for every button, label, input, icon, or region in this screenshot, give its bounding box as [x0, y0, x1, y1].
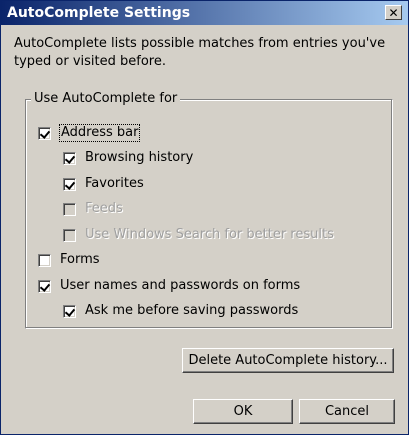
autocomplete-settings-dialog: AutoComplete Settings ✕ AutoComplete lis…: [0, 0, 409, 435]
cancel-button[interactable]: Cancel: [299, 399, 395, 424]
delete-history-button[interactable]: Delete AutoComplete history...: [182, 348, 394, 373]
address-bar-label: Address bar: [58, 124, 141, 142]
windows-search-option: Use Windows Search for better results: [63, 226, 334, 244]
ask-before-saving-option[interactable]: Ask me before saving passwords: [63, 302, 298, 320]
address-bar-checkbox[interactable]: [38, 126, 51, 140]
ok-button[interactable]: OK: [193, 399, 293, 424]
feeds-label: Feeds: [85, 201, 123, 216]
usernames-passwords-option[interactable]: User names and passwords on forms: [38, 277, 300, 295]
address-bar-option[interactable]: Address bar: [38, 124, 141, 142]
favorites-checkbox[interactable]: [63, 177, 76, 191]
forms-label: Forms: [60, 252, 100, 267]
windows-search-label: Use Windows Search for better results: [85, 227, 334, 242]
browsing-history-checkbox[interactable]: [63, 151, 76, 165]
windows-search-checkbox: [63, 228, 76, 242]
browsing-history-label: Browsing history: [85, 150, 194, 165]
feeds-checkbox: [63, 202, 76, 216]
ask-before-saving-label: Ask me before saving passwords: [85, 303, 299, 318]
feeds-option: Feeds: [63, 200, 123, 218]
description-text: AutoComplete lists possible matches from…: [14, 36, 386, 69]
title-bar[interactable]: AutoComplete Settings ✕: [1, 1, 408, 25]
forms-checkbox[interactable]: [38, 253, 51, 267]
browsing-history-option[interactable]: Browsing history: [63, 149, 193, 167]
ask-before-saving-checkbox[interactable]: [63, 304, 76, 318]
favorites-option[interactable]: Favorites: [63, 175, 144, 193]
group-label: Use AutoComplete for: [31, 91, 181, 107]
close-icon: ✕: [388, 5, 399, 20]
favorites-label: Favorites: [85, 176, 144, 191]
usernames-passwords-label: User names and passwords on forms: [60, 278, 301, 293]
forms-option[interactable]: Forms: [38, 251, 100, 269]
window-title: AutoComplete Settings: [7, 5, 191, 21]
close-button[interactable]: ✕: [385, 5, 402, 20]
usernames-passwords-checkbox[interactable]: [38, 279, 51, 293]
